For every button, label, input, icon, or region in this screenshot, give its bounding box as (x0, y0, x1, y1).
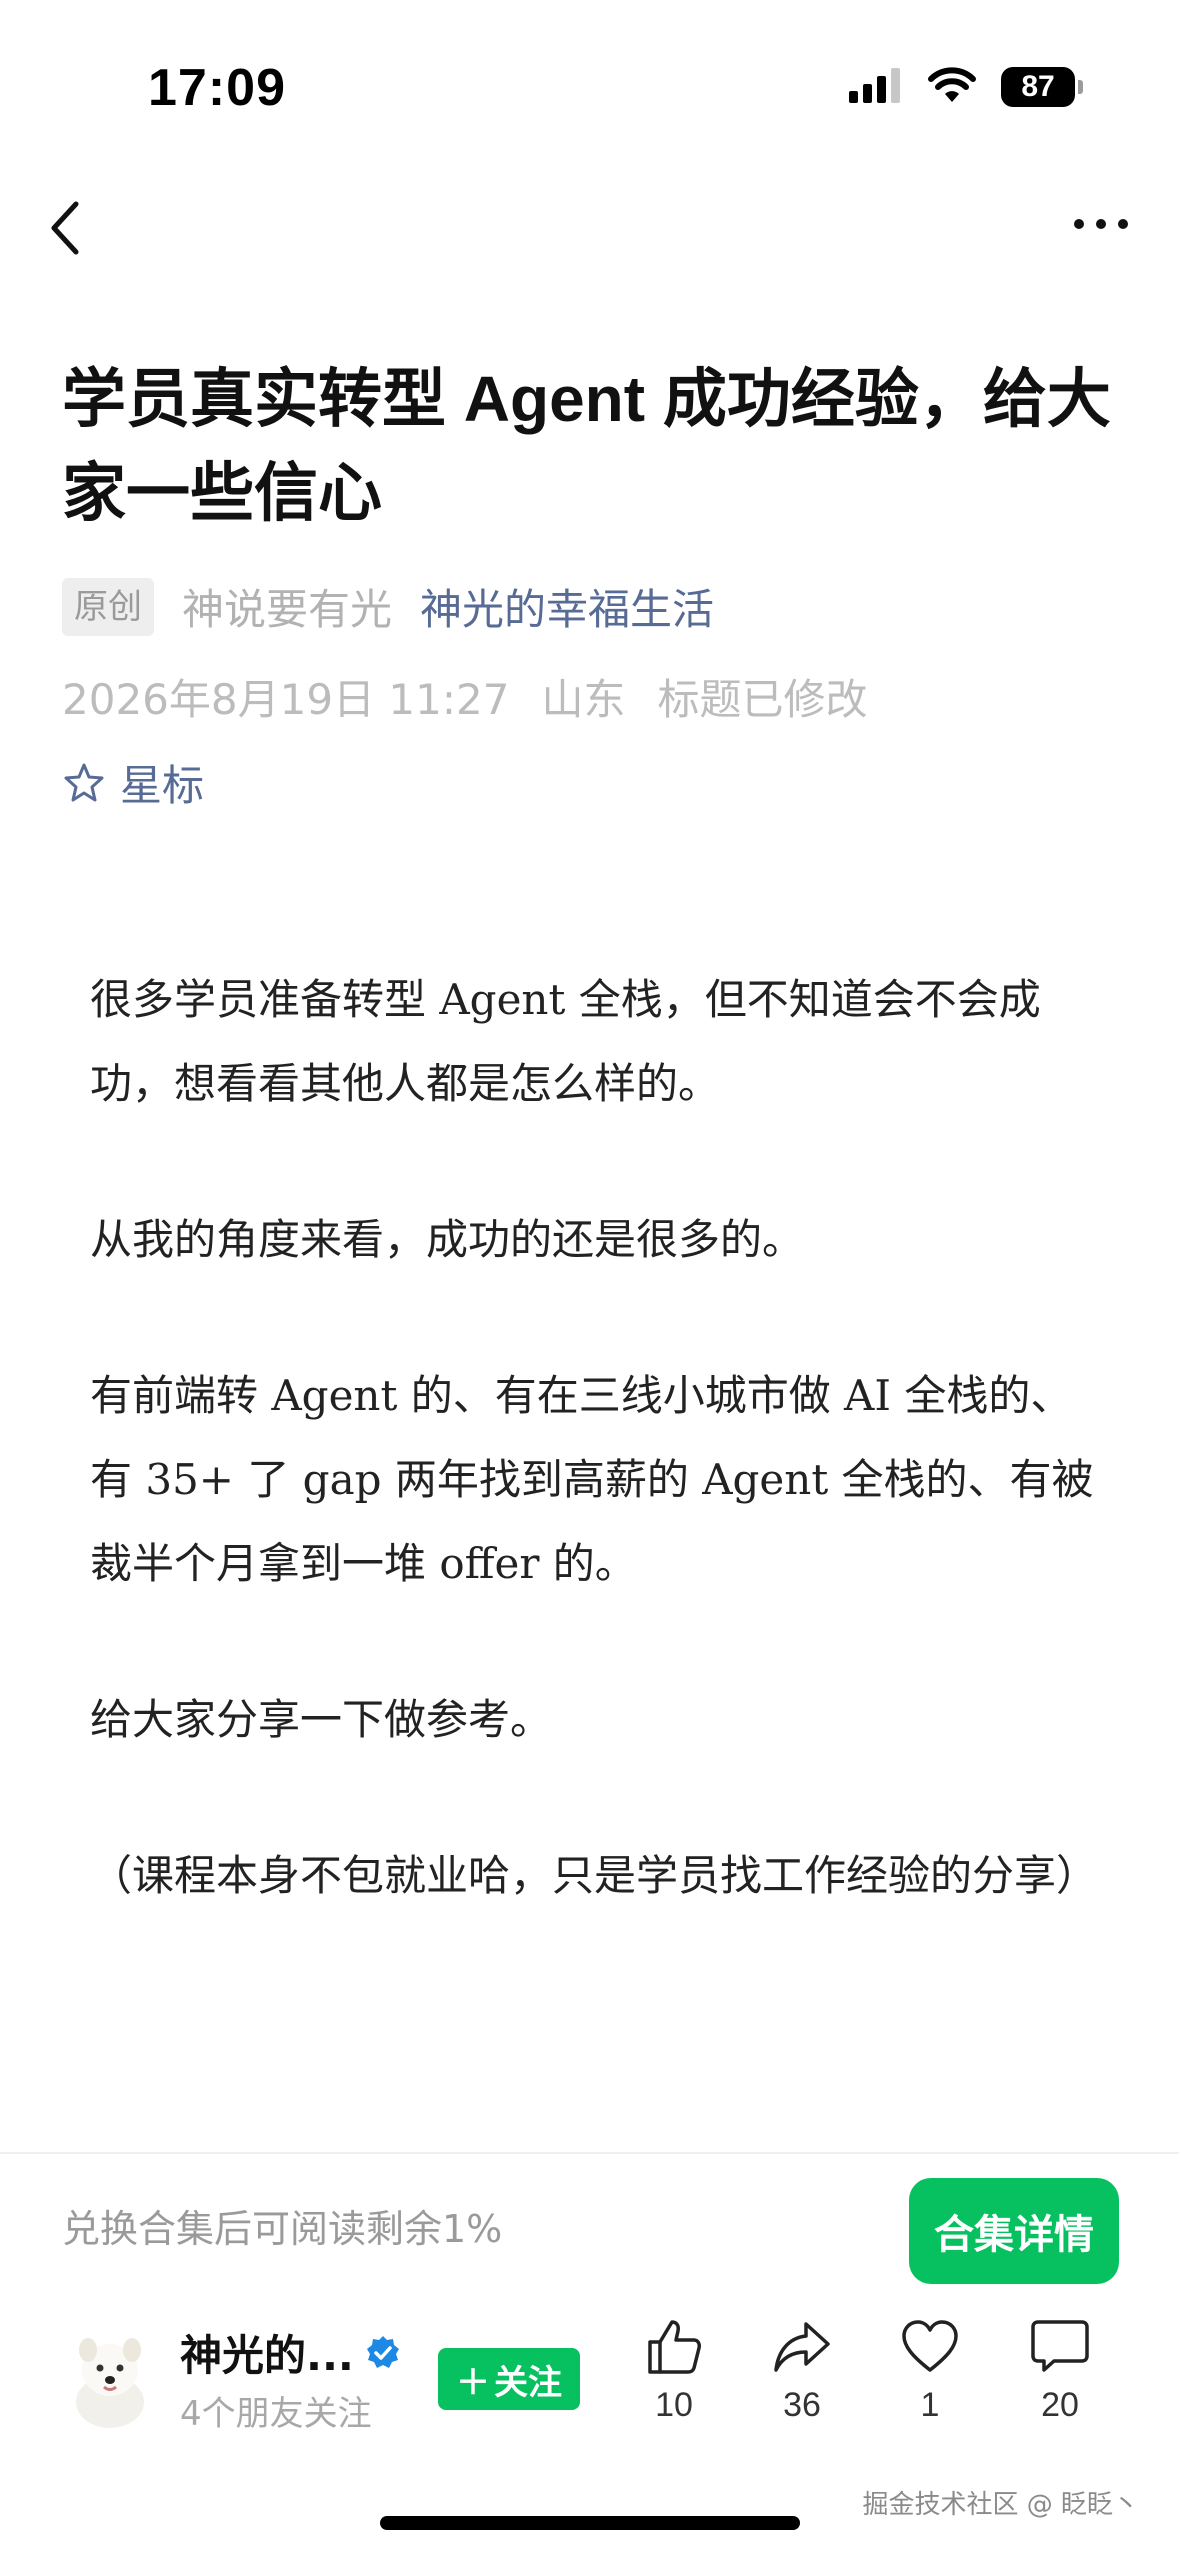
publish-date: 2026年8月19日 11:27 (62, 675, 510, 724)
follow-button[interactable]: ＋ 关注 (438, 2348, 580, 2410)
star-icon (64, 763, 104, 801)
status-icons: 87 (849, 64, 1083, 110)
plus-icon: ＋ (456, 2362, 490, 2403)
home-indicator[interactable] (380, 2516, 800, 2530)
paragraph: （课程本身不包就业哈，只是学员找工作经验的分享） (90, 1851, 1099, 1900)
share-button[interactable]: 36 (752, 2318, 852, 2425)
paragraph: 从我的角度来看，成功的还是很多的。 (90, 1215, 805, 1264)
original-badge: 原创 (62, 577, 154, 636)
favorite-button[interactable]: 1 (880, 2318, 980, 2425)
comment-bubble-icon (1031, 2320, 1089, 2372)
avatar[interactable] (64, 2330, 156, 2430)
battery-level: 87 (1021, 70, 1055, 103)
watermark: 掘金技术社区 @ 眨眨丶 (862, 2490, 1139, 2520)
star-button[interactable]: 星标 (62, 752, 204, 813)
back-button[interactable] (44, 196, 88, 260)
share-count: 36 (783, 2386, 821, 2424)
account-name-text: 神光的... (180, 2331, 354, 2380)
divider (0, 2152, 1179, 2154)
comment-count: 20 (1041, 2386, 1079, 2424)
favorite-count: 1 (920, 2386, 940, 2424)
friends-following-count: 4个朋友关注 (180, 2394, 372, 2434)
paragraph: 有前端转 Agent 的、有在三线小城市做 AI 全栈的、有 35+ 了 gap… (90, 1371, 1094, 1588)
wifi-icon (927, 66, 977, 108)
more-dots-icon (1074, 219, 1128, 229)
collection-unlock-text: 兑换合集后可阅读剩余1% (62, 2207, 503, 2251)
battery-indicator: 87 (1001, 67, 1083, 107)
article-title: 学员真实转型 Agent 成功经验，给大家一些信心 (62, 363, 1111, 529)
collection-details-button[interactable]: 合集详情 (909, 2178, 1119, 2284)
paragraph: 很多学员准备转型 Agent 全栈，但不知道会不会成功，想看看其他人都是怎么样的… (90, 975, 1041, 1108)
follow-label: 关注 (494, 2362, 562, 2403)
thumbs-up-icon (648, 2320, 701, 2374)
like-count: 10 (655, 2386, 693, 2424)
article-body: 很多学员准备转型 Agent 全栈，但不知道会不会成功，想看看其他人都是怎么样的… (90, 958, 1100, 1990)
article-page: 17:09 87 学员真实转型 Agent 成功经验，给大家一些信心 原创 神说… (0, 0, 1179, 2556)
cellular-signal-icon (849, 67, 903, 107)
account-name[interactable]: 神光的... (180, 2322, 402, 2383)
status-time: 17:09 (148, 59, 286, 117)
verified-icon (366, 2335, 399, 2368)
more-options-button[interactable] (1071, 214, 1131, 234)
article-meta: 原创 神说要有光 神光的幸福生活 (62, 576, 714, 637)
author-name: 神说要有光 (182, 585, 393, 634)
chevron-left-icon (51, 201, 79, 255)
share-arrow-icon (774, 2322, 830, 2372)
article-date-row: 2026年8月19日 11:27 山东 标题已修改 (62, 666, 867, 727)
account-link[interactable]: 神光的幸福生活 (420, 576, 714, 637)
publish-location: 山东 (541, 675, 626, 724)
star-label: 星标 (120, 761, 205, 810)
comment-button[interactable]: 20 (1010, 2318, 1110, 2425)
heart-icon (902, 2320, 958, 2372)
paragraph: 给大家分享一下做参考。 (90, 1695, 553, 1744)
title-edited-note: 标题已修改 (657, 675, 868, 724)
like-button[interactable]: 10 (624, 2318, 724, 2425)
